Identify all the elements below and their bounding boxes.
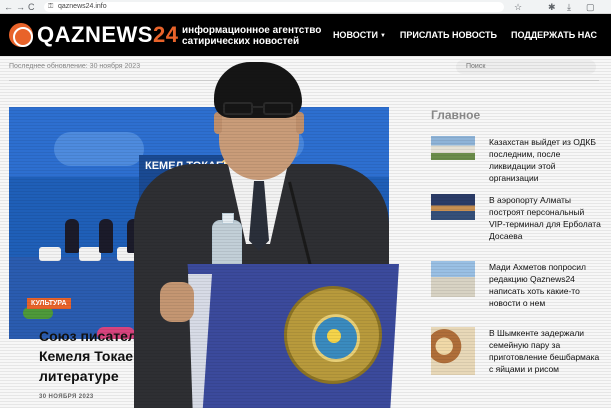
hero-date: 30 НОЯБРЯ 2023 bbox=[39, 394, 94, 400]
site-header: QAZNEWS24 информационное агентство сатир… bbox=[0, 14, 611, 56]
sidebar-title: Главное bbox=[431, 108, 481, 122]
main-nav: НОВОСТИ ▼ ПРИСЛАТЬ НОВОСТЬ ПОДДЕРЖАТЬ НАС bbox=[333, 29, 597, 42]
last-updated: Последнее обновление: 30 ноября 2023 bbox=[9, 63, 141, 70]
panelist bbox=[99, 219, 113, 253]
category-tag[interactable]: КУЛЬТУРА bbox=[27, 298, 71, 309]
sidebar-news-item[interactable]: В аэропорту Алматы построят персональный… bbox=[431, 194, 601, 254]
sidebar-news-item[interactable]: Казахстан выйдет из ОДКБ последним, посл… bbox=[431, 136, 601, 196]
nav-news[interactable]: НОВОСТИ ▼ bbox=[333, 29, 386, 42]
nav-support-us[interactable]: ПОДДЕРЖАТЬ НАС bbox=[511, 29, 597, 42]
window-icon[interactable]: ▢ bbox=[586, 1, 595, 13]
news-thumbnail[interactable] bbox=[431, 136, 475, 160]
url-text: qaznews24.info bbox=[58, 3, 107, 10]
search-input[interactable] bbox=[456, 60, 596, 74]
news-thumbnail[interactable] bbox=[431, 327, 475, 375]
logo-number: 24 bbox=[152, 22, 179, 47]
back-icon[interactable]: ← bbox=[4, 1, 13, 13]
site-tagline: информационное агентство сатирических но… bbox=[182, 25, 322, 47]
nav-news-label: НОВОСТИ bbox=[332, 30, 378, 40]
news-thumbnail[interactable] bbox=[431, 261, 475, 297]
forward-icon[interactable]: → bbox=[16, 1, 25, 13]
nav-submit-news[interactable]: ПРИСЛАТЬ НОВОСТЬ bbox=[400, 29, 497, 42]
glasses bbox=[223, 102, 295, 116]
address-bar[interactable]: ⚿ qaznews24.info bbox=[44, 2, 504, 12]
reload-icon[interactable]: C bbox=[28, 1, 35, 13]
chair bbox=[79, 247, 101, 261]
news-title[interactable]: Казахстан выйдет из ОДКБ последним, посл… bbox=[489, 136, 601, 184]
state-emblem bbox=[284, 286, 382, 384]
logo-icon[interactable] bbox=[9, 23, 33, 47]
chair bbox=[39, 247, 61, 261]
sidebar-news-item[interactable]: Мади Ахметов попросил редакцию Qaznews24… bbox=[431, 261, 601, 321]
speaker-hand bbox=[160, 282, 194, 322]
speaker-ear bbox=[296, 112, 304, 134]
browser-toolbar: ← → C ⚿ qaznews24.info ☆ ✱ ⤓ ▢ bbox=[0, 0, 611, 14]
page-content: Последнее обновление: 30 ноября 2023 КЕМ… bbox=[0, 56, 611, 408]
panelist bbox=[65, 219, 79, 253]
news-title[interactable]: Мади Ахметов попросил редакцию Qaznews24… bbox=[489, 261, 601, 309]
news-thumbnail[interactable] bbox=[431, 194, 475, 220]
logo-main: QAZNEWS bbox=[37, 22, 153, 47]
news-title[interactable]: В аэропорту Алматы построят персональный… bbox=[489, 194, 601, 242]
site-logo[interactable]: QAZNEWS24 bbox=[37, 22, 178, 48]
download-icon[interactable]: ⤓ bbox=[567, 1, 571, 13]
chevron-down-icon: ▼ bbox=[379, 33, 386, 39]
sidebar-news-item[interactable]: В Шымкенте задержали семейную пару за пр… bbox=[431, 327, 601, 387]
speaker-at-podium-image bbox=[124, 56, 399, 408]
extensions-icon[interactable]: ✱ bbox=[548, 1, 556, 13]
lock-icon: ⚿ bbox=[48, 3, 54, 10]
star-icon[interactable]: ☆ bbox=[514, 1, 522, 13]
news-title[interactable]: В Шымкенте задержали семейную пару за пр… bbox=[489, 327, 601, 375]
